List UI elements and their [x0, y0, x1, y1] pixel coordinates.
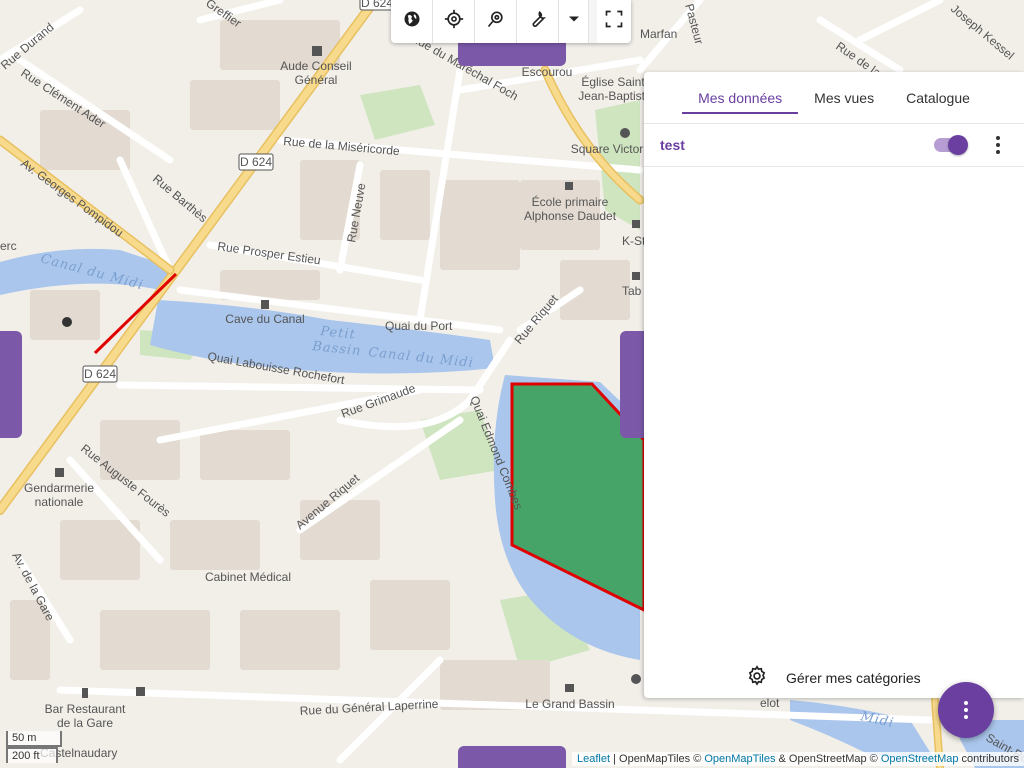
svg-text:K-St: K-St — [622, 234, 646, 248]
dot — [964, 715, 968, 719]
scale-metric: 50 m — [6, 731, 62, 747]
openmaptiles-link[interactable]: OpenMapTiles — [704, 753, 775, 765]
left-panel-handle[interactable] — [0, 331, 22, 438]
svg-text:D 624: D 624 — [361, 0, 393, 10]
wine-cellar-icon — [261, 300, 269, 309]
bus-icon — [136, 687, 145, 696]
search-location-button[interactable] — [475, 0, 517, 43]
dot — [996, 143, 1000, 147]
restaurant-icon — [82, 688, 88, 698]
shop-icon-2 — [632, 272, 640, 280]
attribution-text: & OpenStreetMap © — [775, 753, 881, 765]
data-panel: Mes données Mes vues Catalogue test Gére… — [644, 72, 1024, 698]
openstreetmap-link[interactable]: OpenStreetMap — [881, 753, 959, 765]
svg-text:elot: elot — [760, 696, 780, 710]
svg-text:Le Grand Bassin: Le Grand Bassin — [525, 697, 614, 711]
anchor-icon — [631, 674, 641, 684]
toggle-knob — [948, 135, 968, 155]
gear-icon — [746, 665, 768, 690]
svg-text:Bar Restaurant: Bar Restaurant — [45, 702, 126, 716]
dot — [964, 708, 968, 712]
svg-text:Jean-Baptiste: Jean-Baptiste — [578, 89, 652, 103]
road-shield-d624-mid: D 624 — [238, 153, 274, 171]
svg-text:erc: erc — [0, 239, 17, 253]
svg-text:Marfan: Marfan — [640, 27, 677, 41]
fullscreen-icon — [604, 9, 624, 34]
layer-menu-button[interactable] — [988, 135, 1008, 155]
svg-text:D 624: D 624 — [84, 367, 116, 381]
fire-station-icon — [62, 317, 72, 327]
svg-text:Tab: Tab — [622, 284, 642, 298]
leaflet-link[interactable]: Leaflet — [577, 753, 610, 765]
tree-icon — [620, 128, 630, 138]
map-scale: 50 m 200 ft — [6, 731, 62, 763]
chevron-down-icon — [564, 9, 584, 34]
svg-text:Square Victor: Square Victor — [571, 142, 644, 156]
bottom-panel-handle[interactable] — [458, 746, 566, 768]
manage-categories-button[interactable]: Gérer mes catégories — [746, 665, 921, 690]
svg-text:Alphonse Daudet: Alphonse Daudet — [524, 209, 617, 223]
svg-text:Gendarmerie: Gendarmerie — [24, 481, 94, 495]
svg-text:Quai du Port: Quai du Port — [385, 319, 453, 333]
svg-text:Cave du Canal: Cave du Canal — [225, 312, 304, 326]
svg-text:de la Gare: de la Gare — [57, 716, 113, 730]
shop-icon — [632, 220, 640, 228]
map-toolbar — [391, 0, 631, 43]
dot — [996, 136, 1000, 140]
svg-text:nationale: nationale — [35, 495, 84, 509]
tools-dropdown-button[interactable] — [559, 0, 589, 43]
crosshair-icon — [444, 9, 464, 34]
svg-text:Escourou: Escourou — [522, 65, 573, 79]
tab-mes-donnees[interactable]: Mes données — [682, 72, 799, 123]
svg-text:École primaire: École primaire — [532, 194, 609, 209]
layer-name: test — [660, 137, 685, 153]
svg-text:Église Saint-: Église Saint- — [581, 74, 648, 89]
map-attribution: Leaflet | OpenMapTiles © OpenMapTiles & … — [572, 752, 1024, 766]
more-actions-button[interactable] — [938, 682, 994, 738]
fullscreen-button[interactable] — [589, 0, 631, 43]
globe-icon — [402, 9, 422, 34]
tab-mes-vues[interactable]: Mes vues — [798, 72, 890, 123]
basemap-button[interactable] — [391, 0, 433, 43]
road-shield-d624-low: D 624 — [82, 365, 118, 383]
layer-visibility-toggle[interactable] — [934, 135, 968, 155]
svg-text:D 624: D 624 — [240, 155, 272, 169]
hotel-icon — [565, 684, 574, 692]
layer-row[interactable]: test — [644, 124, 1024, 167]
svg-text:Général: Général — [295, 73, 338, 87]
town-hall-icon — [312, 46, 322, 56]
right-panel-handle[interactable] — [620, 331, 644, 438]
dot — [964, 701, 968, 705]
police-icon — [55, 468, 64, 477]
attribution-text: contributors — [958, 753, 1019, 765]
svg-text:Cabinet Médical: Cabinet Médical — [205, 570, 291, 584]
tab-catalogue[interactable]: Catalogue — [890, 72, 986, 123]
top-panel-handle[interactable] — [458, 43, 566, 66]
road-shield-d624-top: D 624 — [359, 0, 395, 11]
search-location-icon — [486, 9, 506, 34]
school-icon — [565, 182, 573, 190]
svg-text:Aude Conseil: Aude Conseil — [280, 59, 351, 73]
geolocate-button[interactable] — [433, 0, 475, 43]
tools-button[interactable] — [517, 0, 559, 43]
panel-tabs: Mes données Mes vues Catalogue — [644, 72, 1024, 124]
wrench-icon — [528, 9, 548, 34]
attribution-text: | OpenMapTiles © — [610, 753, 705, 765]
manage-categories-label: Gérer mes catégories — [786, 669, 921, 686]
scale-imperial: 200 ft — [6, 747, 58, 763]
dot — [996, 150, 1000, 154]
